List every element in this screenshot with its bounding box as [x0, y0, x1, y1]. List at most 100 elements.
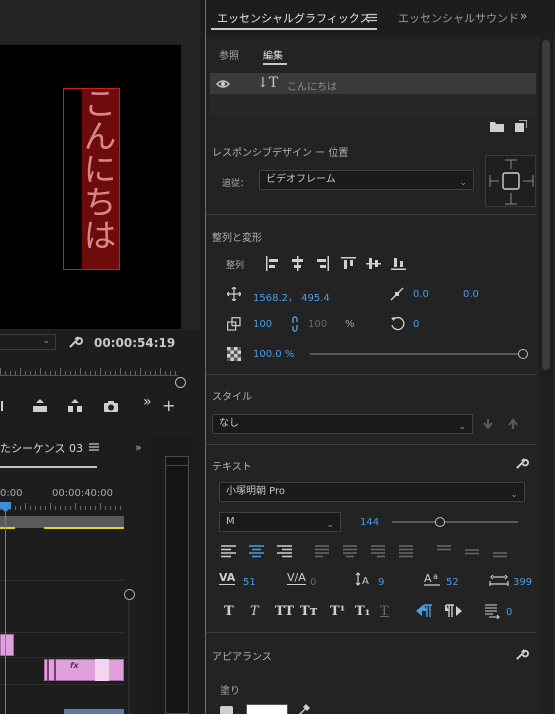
ruler-tick — [115, 371, 116, 375]
clip-edge — [47, 659, 49, 681]
faux-italic-button[interactable]: T — [250, 604, 259, 619]
all-caps-button[interactable]: TT — [275, 604, 294, 619]
timeline-clip[interactable] — [64, 709, 124, 714]
text-direction-rtl-icon[interactable] — [416, 604, 434, 618]
monitor-time-ruler[interactable] — [0, 366, 178, 376]
lift-icon[interactable] — [31, 398, 49, 414]
baseline-shift-value[interactable]: 52 — [446, 577, 459, 588]
timeline-clip[interactable] — [0, 634, 14, 656]
wrench-icon[interactable] — [67, 334, 83, 350]
link-icon[interactable] — [290, 316, 300, 332]
layer-name[interactable]: こんにちは — [287, 78, 337, 93]
pin-to-edges-widget[interactable] — [485, 155, 536, 207]
tab-essential-sound[interactable]: エッセンシャルサウンド — [398, 10, 519, 26]
align-bottom-text-icon[interactable] — [493, 545, 507, 558]
align-text-left-icon[interactable] — [221, 545, 236, 558]
text-selection-box[interactable] — [63, 88, 120, 270]
menu-icon[interactable] — [367, 13, 377, 22]
new-group-folder-icon[interactable] — [490, 121, 504, 132]
leading-icon: A — [355, 572, 369, 587]
more-tabs-icon[interactable]: » — [520, 9, 527, 23]
ruler-tick — [100, 503, 101, 510]
active-tab-underline — [0, 466, 97, 468]
subtab-browse[interactable]: 参照 — [219, 47, 239, 62]
extract-icon[interactable] — [66, 398, 84, 414]
opacity-value[interactable]: 100.0 % — [253, 349, 294, 360]
subscript-button[interactable]: T₁ — [355, 604, 370, 619]
font-size-slider-track[interactable] — [392, 521, 518, 523]
ruler-tick — [10, 371, 11, 375]
add-button-icon[interactable]: + — [162, 396, 180, 415]
menu-icon[interactable] — [88, 442, 100, 452]
leading-value[interactable]: 9 — [378, 577, 384, 588]
align-text-center-icon[interactable] — [249, 545, 264, 558]
push-down-icon[interactable] — [482, 418, 494, 430]
time-label: 0:00 — [0, 488, 23, 499]
tab-width-value[interactable]: 0 — [506, 607, 512, 618]
align-top-text-icon[interactable] — [437, 545, 451, 558]
zoom-dropdown[interactable]: ⌄ — [0, 334, 56, 350]
justify-all-icon[interactable] — [399, 545, 413, 558]
ruler-tick — [165, 371, 166, 375]
tracking-value[interactable]: 51 — [243, 577, 256, 588]
wrench-icon[interactable] — [514, 456, 529, 471]
eye-icon[interactable] — [216, 78, 230, 90]
timeline-scrollbar[interactable] — [128, 600, 130, 714]
clip-segment — [95, 659, 109, 681]
faux-bold-button[interactable]: T — [224, 604, 234, 619]
wrench-icon[interactable] — [514, 647, 529, 662]
camera-icon[interactable] — [102, 398, 120, 414]
align-center-horizontal-icon[interactable] — [290, 256, 305, 271]
ruler-tick — [20, 368, 21, 375]
align-center-vertical-icon[interactable] — [366, 256, 381, 271]
fill-color-swatch[interactable] — [246, 704, 288, 714]
monitor-scroll-handle[interactable] — [175, 377, 186, 388]
font-size-value[interactable]: 144 — [360, 517, 379, 528]
section-title-style: スタイル — [212, 392, 252, 403]
fill-checkbox[interactable] — [220, 706, 233, 714]
align-text-right-icon[interactable] — [277, 545, 292, 558]
tab-essential-graphics[interactable]: エッセンシャルグラフィックス — [217, 10, 370, 26]
new-layer-icon[interactable] — [515, 120, 527, 132]
panel-scroll-thumb[interactable] — [542, 40, 550, 370]
align-bottom-icon[interactable] — [391, 256, 406, 271]
sequence-tab[interactable]: たシーケンス 03 — [0, 440, 83, 456]
playhead-timecode[interactable]: 00:00:54:19 — [94, 336, 175, 350]
scale-value[interactable]: 100 — [253, 319, 272, 330]
tsume-value[interactable]: 399 — [513, 577, 532, 588]
text-direction-ltr-icon[interactable] — [445, 604, 463, 618]
anchor-x-value[interactable]: 0.0 — [413, 289, 429, 300]
timeline-scroll-handle[interactable] — [124, 589, 135, 600]
timeline-ruler[interactable] — [0, 500, 125, 510]
fx-badge: fx — [70, 661, 79, 670]
font-size-slider-knob[interactable] — [434, 517, 445, 527]
style-dropdown[interactable]: なし ⌄ — [212, 414, 473, 434]
font-family-dropdown[interactable]: 小塚明朝 Pro ⌄ — [219, 482, 525, 502]
opacity-slider-knob[interactable] — [518, 349, 528, 359]
more-controls-icon[interactable]: » — [143, 394, 161, 410]
anchor-y-value[interactable]: 0.0 — [463, 289, 479, 300]
push-up-icon[interactable] — [507, 418, 519, 430]
ruler-tick — [120, 368, 121, 375]
align-middle-text-icon[interactable] — [465, 545, 479, 558]
subtab-edit[interactable]: 編集 — [263, 47, 283, 62]
follow-dropdown[interactable]: ビデオフレーム ⌄ — [259, 170, 474, 190]
superscript-button[interactable]: T¹ — [330, 604, 345, 619]
position-value[interactable]: 1568.2， 495.4 — [253, 289, 330, 304]
underline-button[interactable]: T — [380, 604, 389, 619]
justify-last-left-icon[interactable] — [315, 545, 329, 558]
align-top-icon[interactable] — [341, 256, 356, 271]
section-divider — [206, 214, 536, 215]
step-icon[interactable] — [0, 398, 18, 414]
font-weight-dropdown[interactable]: M ⌄ — [219, 512, 341, 532]
small-caps-button[interactable]: Tт — [300, 604, 318, 619]
more-tabs-icon[interactable]: » — [135, 441, 142, 454]
align-right-icon[interactable] — [315, 256, 330, 271]
justify-last-right-icon[interactable] — [371, 545, 385, 558]
timeline-clip[interactable] — [44, 659, 124, 681]
align-left-icon[interactable] — [265, 256, 280, 271]
opacity-slider-track[interactable] — [310, 353, 523, 355]
eyedropper-icon[interactable] — [298, 704, 310, 714]
justify-last-center-icon[interactable] — [343, 545, 357, 558]
rotation-value[interactable]: 0 — [413, 319, 419, 330]
